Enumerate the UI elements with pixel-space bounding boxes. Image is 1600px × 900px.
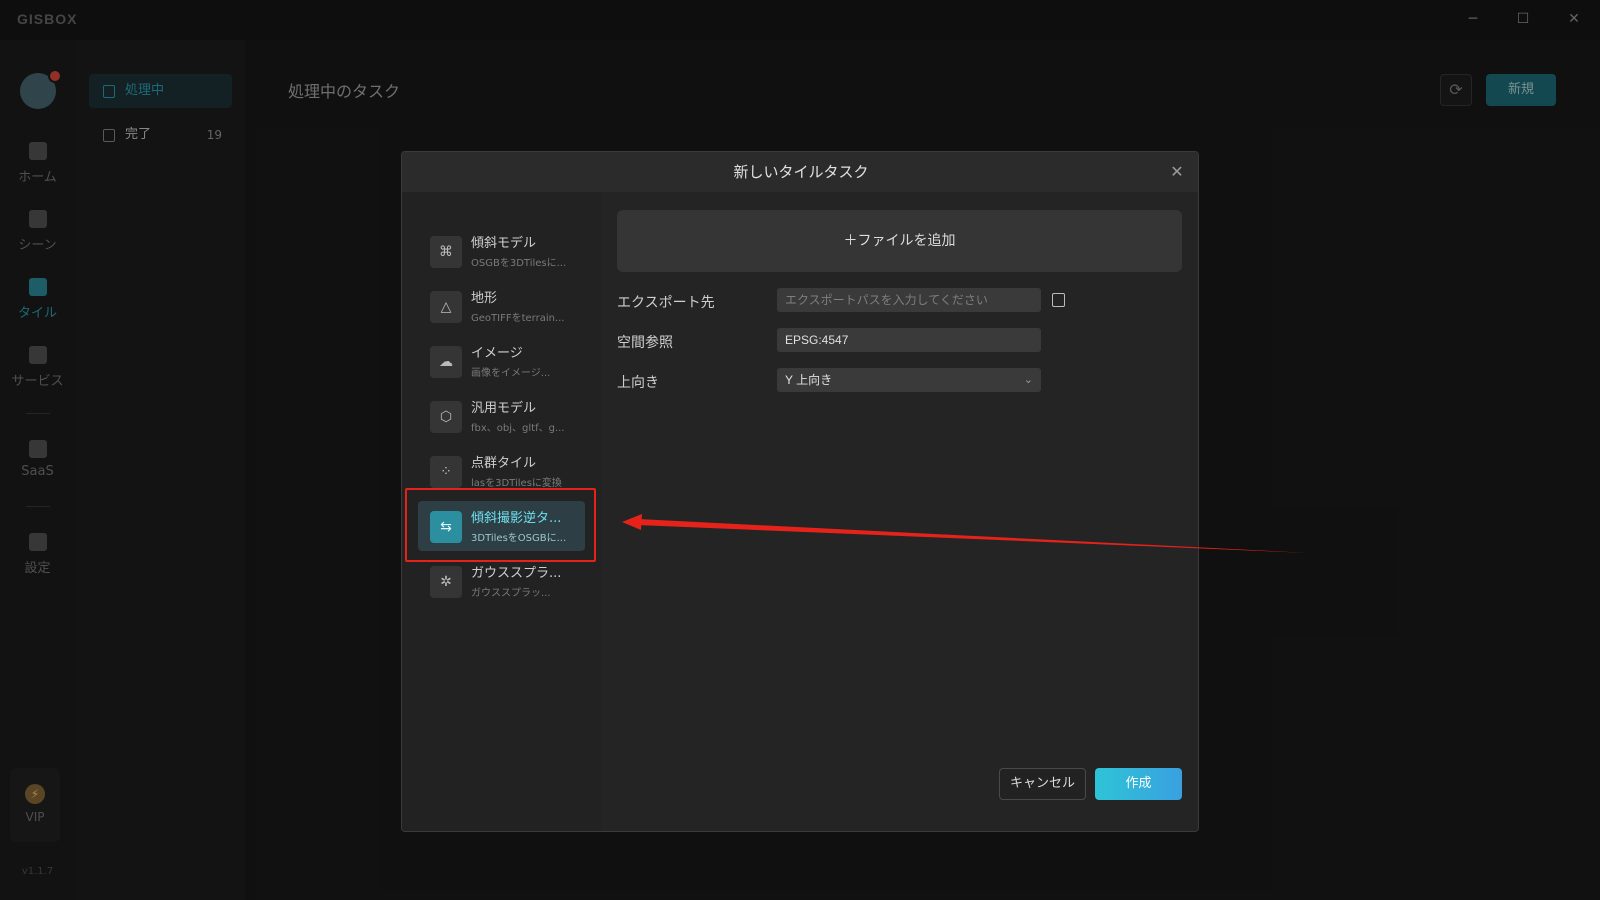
folder-icon[interactable]	[1052, 293, 1065, 307]
type-name: 汎用モデル	[471, 401, 537, 416]
type-name: 傾斜モデル	[471, 236, 537, 251]
create-button[interactable]: 作成	[1095, 768, 1182, 800]
type-name: ガウススプラ...	[471, 566, 562, 581]
type-oblique-model[interactable]: ⌘ 傾斜モデル OSGBを3DTilesに...	[418, 226, 585, 276]
point-cloud-icon: ⁘	[430, 456, 462, 488]
close-icon[interactable]: ✕	[1166, 161, 1188, 183]
type-image[interactable]: ☁ イメージ 画像をイメージ...	[418, 336, 585, 386]
type-desc: 画像をイメージ...	[471, 368, 551, 379]
up-axis-label: 上向き	[617, 375, 659, 391]
type-name: 地形	[471, 291, 498, 306]
add-file-button[interactable]: ＋ファイルを追加	[617, 210, 1182, 272]
type-general-model[interactable]: ⬡ 汎用モデル fbx、obj、gltf、g...	[418, 391, 585, 441]
type-terrain[interactable]: △ 地形 GeoTIFFをterrain...	[418, 281, 585, 331]
cube-icon: ⬡	[430, 401, 462, 433]
type-desc: fbx、obj、gltf、g...	[471, 423, 565, 434]
up-axis-select[interactable]: Y 上向き ⌄	[777, 368, 1041, 392]
type-gaussian-splat[interactable]: ✲ ガウススプラ... ガウススプラッ...	[418, 556, 585, 606]
dialog-title: 新しいタイルタスク	[402, 152, 1198, 192]
export-path-input[interactable]: エクスポートパスを入力してください	[777, 288, 1041, 312]
cancel-button[interactable]: キャンセル	[999, 768, 1086, 800]
crs-input[interactable]: EPSG:4547	[777, 328, 1041, 352]
molecule-icon: ✲	[430, 566, 462, 598]
crs-label: 空間参照	[617, 335, 673, 351]
drone-icon: ⌘	[430, 236, 462, 268]
type-desc: GeoTIFFをterrain...	[471, 313, 565, 324]
mountain-icon: △	[430, 291, 462, 323]
chevron-down-icon: ⌄	[1023, 374, 1033, 386]
up-axis-value: Y 上向き	[785, 373, 833, 387]
type-desc: OSGBを3DTilesに...	[471, 258, 567, 269]
export-label: エクスポート先	[617, 295, 715, 311]
annotation-highlight-box	[405, 488, 596, 562]
type-name: イメージ	[471, 346, 523, 361]
cloud-image-icon: ☁	[430, 346, 462, 378]
type-desc: lasを3DTilesに変換	[471, 478, 562, 489]
type-name: 点群タイル	[471, 456, 537, 471]
type-desc: ガウススプラッ...	[471, 588, 551, 599]
